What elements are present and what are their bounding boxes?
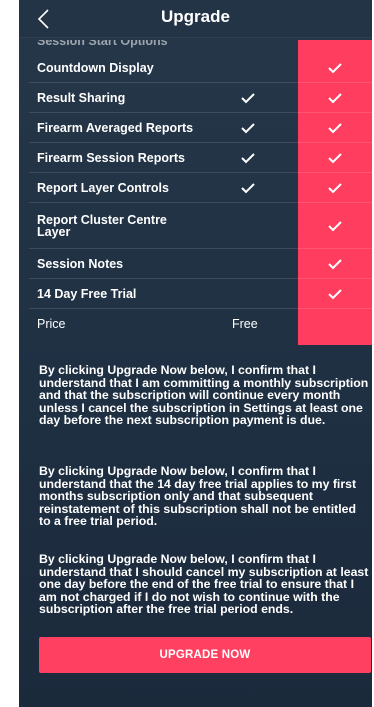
feature-comparison-table: Session Start Options Countdown Display … (29, 40, 372, 345)
page-title: Upgrade (161, 7, 230, 26)
cut-off-row-label: Session Start Options (37, 40, 168, 48)
feature-label: Report Cluster Centre Layer (37, 212, 167, 239)
checkmark-icon (241, 152, 255, 163)
nav-bar: Upgrade (19, 0, 372, 38)
upgrade-now-button[interactable]: UPGRADE NOW (39, 637, 371, 673)
feature-label: Session Notes (37, 256, 124, 271)
table-row: Result Sharing (29, 83, 372, 113)
feature-label: Firearm Averaged Reports (37, 120, 194, 135)
feature-label: Countdown Display (37, 61, 154, 75)
checkmark-icon (241, 182, 255, 193)
table-row: Report Cluster Centre Layer (29, 203, 372, 249)
feature-label: Report Layer Controls (37, 180, 169, 195)
table-row: Countdown Display (29, 54, 372, 83)
checkmark-icon (241, 92, 255, 103)
checkmark-icon (328, 258, 342, 269)
price-row: Price Free (29, 309, 372, 338)
checkmark-icon (328, 182, 342, 193)
checkmark-icon (328, 122, 342, 133)
table-row: Firearm Session Reports (29, 143, 372, 173)
feature-label: Result Sharing (37, 90, 126, 105)
free-price: Free (232, 316, 258, 331)
table-row: 14 Day Free Trial (29, 279, 372, 309)
feature-label: Firearm Session Reports (37, 150, 185, 165)
checkmark-icon (328, 288, 342, 299)
table-row: Firearm Averaged Reports (29, 113, 372, 143)
checkmark-icon (328, 92, 342, 103)
checkmark-icon (328, 63, 342, 74)
checkmark-icon (241, 122, 255, 133)
upgrade-screen: Upgrade Session Start Options Countdown … (19, 0, 372, 707)
disclaimer-paragraph: By clicking Upgrade Now below, I confirm… (39, 464, 357, 529)
disclaimer-paragraph: By clicking Upgrade Now below, I confirm… (39, 552, 369, 617)
feature-label: Price (37, 316, 66, 331)
checkmark-icon (328, 152, 342, 163)
disclaimer-paragraph: By clicking Upgrade Now below, I confirm… (39, 363, 369, 428)
checkmark-icon (328, 220, 342, 231)
feature-label: 14 Day Free Trial (37, 286, 137, 301)
table-row: Session Notes (29, 249, 372, 279)
table-row: Report Layer Controls (29, 173, 372, 203)
